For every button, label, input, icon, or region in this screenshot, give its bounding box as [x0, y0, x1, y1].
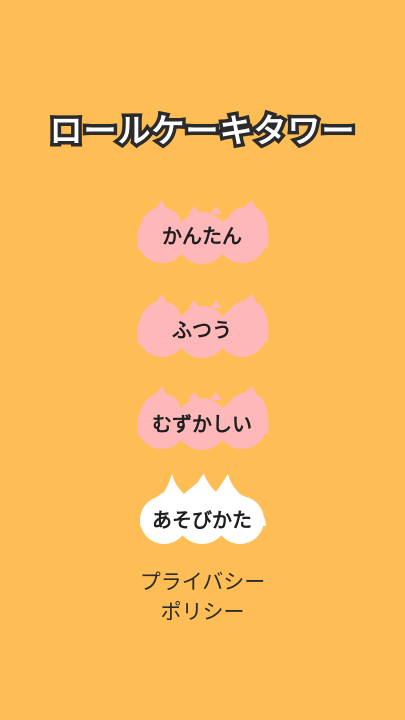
hard-button[interactable]: むずかしい: [132, 386, 272, 454]
normal-button[interactable]: ふつう: [132, 294, 272, 362]
normal-label: ふつう: [172, 318, 232, 342]
game-title: ロールケーキタワー: [46, 108, 358, 154]
privacy-policy-line2: ポリシー: [160, 600, 245, 624]
hard-label: むずかしい: [152, 412, 252, 436]
privacy-policy-line1: プライバシー: [139, 570, 266, 594]
privacy-policy-link[interactable]: プライバシー ポリシー: [0, 567, 405, 627]
how-to-play-button[interactable]: あそびかた: [132, 474, 272, 546]
easy-label: かんたん: [162, 224, 242, 248]
easy-button[interactable]: かんたん: [132, 200, 272, 268]
how-to-play-label: あそびかた: [152, 508, 252, 532]
